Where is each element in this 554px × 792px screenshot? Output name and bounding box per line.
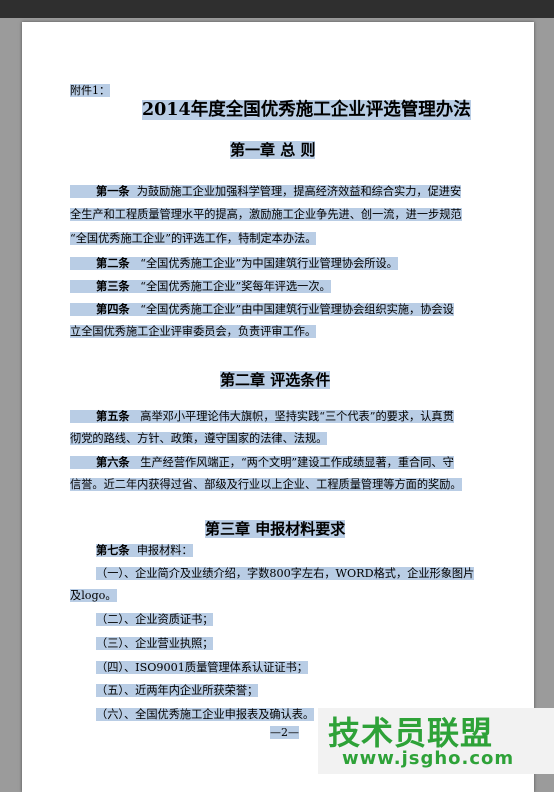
article4-line2: 立全国优秀施工企业评审委员会，负责评审工作。 [70,325,317,338]
article7: 第七条 申报材料： [96,543,193,557]
list-item-5: （五）、近两年内企业所获荣誉； [96,684,259,697]
chapter1-title: 第一章 总 则 [230,141,316,159]
article5-line2: 彻党的路线、方针、政策，遵守国家的法律、法规。 [70,432,328,445]
article6-line2: 信誉。近二年内获得过省、部级及行业以上企业、工程质量管理等方面的奖励。 [70,478,462,491]
article2: 第二条 “全国优秀施工企业”为中国建筑行业管理协会所设。 [70,256,398,271]
list-item-4: （四）、ISO9001质量管理体系认证证书； [96,661,308,674]
article1-line3: “全国优秀施工企业”的评选工作，特制定本办法。 [70,232,317,245]
article5-line1: 第五条 高举邓小平理论伟大旗帜，坚持实践“三个代表”的要求，认真贯 [70,409,454,424]
list-item-2: （二）、企业资质证书； [96,613,214,626]
page-number: —2— [270,726,299,739]
article4-line1: 第四条 “全国优秀施工企业”由中国建筑行业管理协会组织实施，协会设 [70,302,454,317]
list-item-1-line1: （一）、企业简介及业绩介绍，字数800字左右，WORD格式，企业形象图片 [96,567,475,580]
document-page: 附件1： 2014年度全国优秀施工企业评选管理办法 第一章 总 则 第一条 为鼓… [22,22,534,792]
chapter3-title: 第三章 申报材料要求 [205,520,346,538]
list-item-1-line2: 及logo。 [70,589,117,602]
article3: 第三条 “全国优秀施工企业”奖每年评选一次。 [70,279,331,294]
article6-line1: 第六条 生产经营作风端正，“两个文明”建设工作成绩显著，重合同、守 [70,455,454,470]
list-item-3: （三）、企业营业执照； [96,637,214,650]
article1-line1: 第一条 为鼓励施工企业加强科学管理，提高经济效益和综合实力，促进安 [70,184,462,199]
attachment-label: 附件1： [70,84,110,97]
watermark-logo: 技术员联盟 www.jsgho.com [318,708,554,774]
chapter2-title: 第二章 评选条件 [220,371,331,389]
watermark-url: www.jsgho.com [342,748,515,769]
viewer-toolbar [0,0,554,18]
article1-line2: 全生产和工程质量管理水平的提高，激励施工企业争先进、创一流，进一步规范 [70,208,462,221]
document-title: 2014年度全国优秀施工企业评选管理办法 [142,100,471,120]
list-item-6: （六）、全国优秀施工企业申报表及确认表。 [96,708,315,721]
